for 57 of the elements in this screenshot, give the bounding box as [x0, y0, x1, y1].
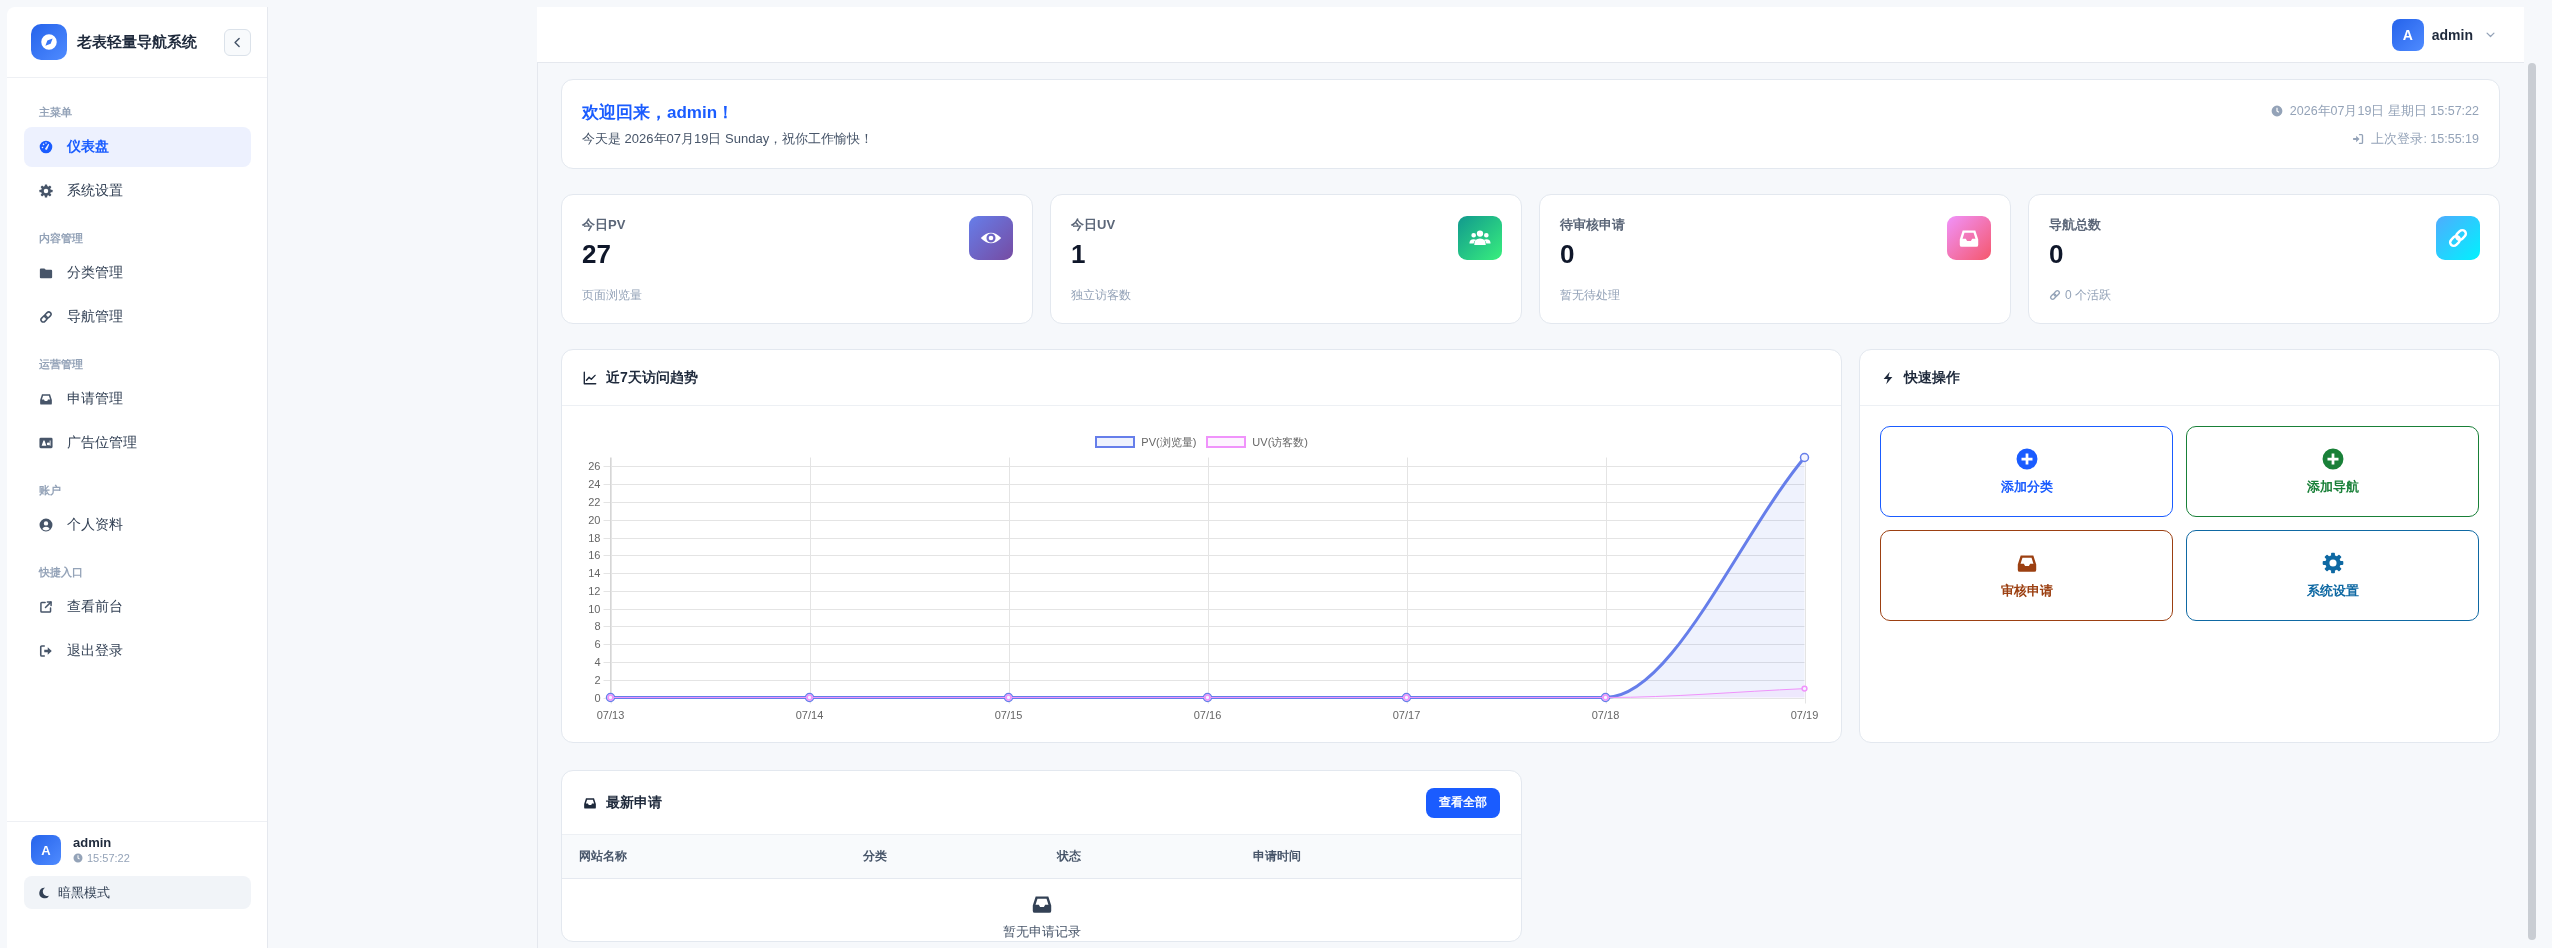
card-title: 近7天访问趋势	[606, 368, 698, 387]
column-header: 状态	[1057, 848, 1082, 865]
stat-value: 0	[2049, 239, 2065, 269]
x-axis-label: 07/19	[1790, 708, 1819, 721]
stat-note: 0 个活跃	[2065, 287, 2111, 303]
y-axis-label: 6	[594, 638, 601, 651]
section-heading: 内容管理	[38, 231, 84, 246]
column-header: 网站名称	[579, 848, 628, 865]
y-axis-label: 4	[594, 655, 601, 668]
y-axis-label: 10	[588, 602, 601, 615]
y-axis-label: 20	[588, 513, 601, 526]
y-axis-label: 22	[588, 495, 601, 508]
stat-value: 0	[1560, 239, 1576, 269]
section-heading: 账户	[38, 483, 62, 498]
y-axis-label: 16	[588, 549, 601, 562]
stat-value: 1	[1071, 239, 1087, 269]
y-axis-label: 8	[594, 620, 601, 633]
stat-label: 导航总数	[2049, 216, 2102, 234]
y-axis-label: 18	[588, 531, 601, 544]
last-login-text: 上次登录: 15:55:19	[2371, 131, 2479, 148]
app-title: 老表轻量导航系统	[77, 32, 198, 52]
x-axis-label: 07/13	[596, 708, 625, 721]
y-axis-label: 0	[594, 691, 601, 704]
welcome-title: 欢迎回来，admin！	[582, 102, 736, 124]
empty-message: 暂无申请记录	[1002, 923, 1081, 941]
section-heading: 快捷入口	[37, 565, 84, 580]
legend-label: PV(浏览量)	[1141, 434, 1197, 450]
stat-note: 独立访客数	[1071, 287, 1131, 303]
card-title: 快速操作	[1904, 368, 1961, 387]
stat-label: 今日UV	[1071, 216, 1117, 234]
y-axis-label: 2	[594, 673, 601, 686]
stat-value: 27	[582, 239, 612, 269]
x-axis-label: 07/16	[1193, 708, 1222, 721]
user-avatar: A	[2391, 18, 2424, 51]
stat-label: 今日PV	[582, 216, 627, 234]
column-header: 分类	[863, 848, 888, 865]
y-axis-label: 12	[588, 584, 601, 597]
current-datetime: 2026年07月19日 星期日 15:57:22	[2289, 103, 2479, 120]
welcome-subtitle: 今天是 2026年07月19日 Sunday，祝你工作愉快！	[582, 130, 874, 148]
column-header: 申请时间	[1253, 848, 1302, 865]
section-heading: 主菜单	[38, 105, 73, 120]
user-avatar: A	[31, 835, 61, 865]
x-axis-label: 07/17	[1392, 708, 1421, 721]
card-title: 最新申请	[606, 793, 663, 812]
y-axis-label: 24	[588, 478, 601, 491]
x-axis-label: 07/18	[1591, 708, 1620, 721]
x-axis-label: 07/14	[795, 708, 824, 721]
y-axis-label: 14	[588, 567, 601, 580]
x-axis-label: 07/15	[994, 708, 1023, 721]
time-text: 15:57:22	[87, 851, 130, 865]
stat-note: 暂无待处理	[1560, 287, 1620, 303]
stat-label: 待审核申请	[1560, 216, 1625, 234]
section-heading: 运营管理	[38, 357, 84, 372]
user-name: admin	[73, 835, 113, 851]
stat-note: 页面浏览量	[582, 287, 642, 303]
legend-label: UV(访客数)	[1252, 434, 1308, 450]
y-axis-label: 26	[588, 460, 601, 473]
